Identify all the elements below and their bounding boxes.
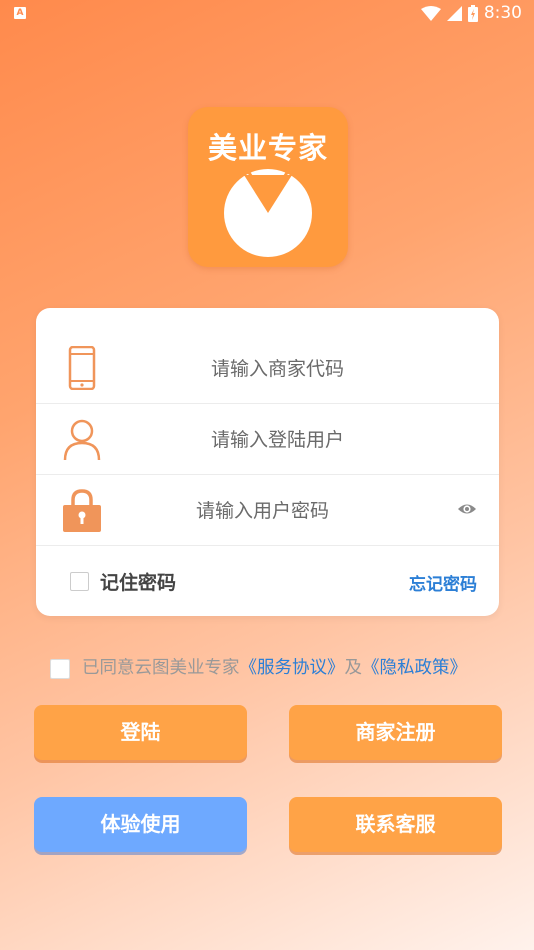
- forgot-password-link[interactable]: 忘记密码: [409, 570, 477, 595]
- notification-icon: A: [14, 7, 26, 19]
- agreement-text: 已同意云图美业专家《服务协议》及《隐私政策》: [82, 655, 467, 681]
- merchant-code-input[interactable]: [116, 332, 439, 405]
- remember-row: 记住密码 忘记密码: [36, 544, 499, 616]
- remember-password-label[interactable]: 记住密码: [100, 568, 176, 595]
- login-form-card: 记住密码 忘记密码: [36, 308, 499, 616]
- logo-pie-icon: [224, 169, 312, 257]
- privacy-policy-link[interactable]: 《隐私政策》: [362, 658, 467, 678]
- trial-use-button[interactable]: 体验使用: [34, 797, 247, 852]
- username-input[interactable]: [116, 403, 439, 476]
- username-row: [36, 403, 499, 476]
- status-time: 8:30: [483, 3, 522, 23]
- service-agreement-link[interactable]: 《服务协议》: [240, 658, 345, 678]
- lock-icon: [63, 489, 101, 532]
- eye-icon[interactable]: [457, 500, 477, 518]
- login-button[interactable]: 登陆: [34, 705, 247, 760]
- user-icon: [63, 419, 101, 461]
- agreement-prefix: 已同意云图美业专家: [82, 658, 240, 678]
- wifi-icon: [420, 5, 441, 21]
- status-bar: A 8:30: [0, 0, 534, 28]
- password-row: [36, 474, 499, 547]
- merchant-code-row: [36, 332, 499, 405]
- app-logo: 美业专家: [188, 107, 348, 267]
- app-logo-title: 美业专家: [207, 131, 328, 165]
- agreement-checkbox[interactable]: [50, 659, 70, 679]
- phone-icon: [68, 346, 96, 390]
- agreement-conjunction: 及: [344, 658, 363, 678]
- password-input[interactable]: [116, 474, 409, 547]
- cellular-signal-icon: [446, 5, 462, 21]
- remember-password-checkbox[interactable]: [70, 572, 89, 591]
- battery-charging-icon: [467, 4, 478, 22]
- merchant-register-button[interactable]: 商家注册: [289, 705, 502, 760]
- contact-support-button[interactable]: 联系客服: [289, 797, 502, 852]
